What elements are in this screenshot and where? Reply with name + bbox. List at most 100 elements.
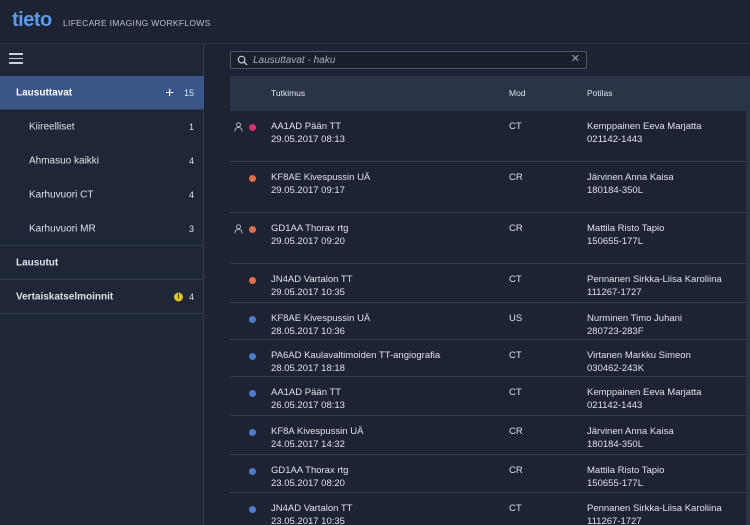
sidebar-item-karhuvuori-mr[interactable]: Karhuvuori MR 3	[0, 212, 204, 246]
study-cell: PA6AD Kaulavaltimoiden TT-angiografia 28.…	[271, 349, 440, 375]
column-header-patient[interactable]: Potilas	[587, 88, 613, 98]
modality-cell: CT	[509, 387, 522, 398]
patient-name: Järvinen Anna Kaisa	[587, 426, 674, 437]
sidebar-item-count: 4	[188, 190, 194, 200]
study-date: 29.05.2017 09:17	[271, 185, 345, 196]
patient-id: 150655-177L	[587, 236, 643, 247]
status-dot	[249, 353, 256, 360]
status-dot	[249, 468, 256, 475]
sidebar-item-label: Vertaiskatselmoinnit	[16, 291, 114, 302]
table-row[interactable]: GD1AA Thorax rtg 29.05.2017 09:20 CR Mattil…	[230, 213, 750, 264]
patient-id: 030462-243K	[587, 363, 645, 374]
patient-cell: Pennanen Sirkka-Liisa Karoliina 111267-17…	[587, 273, 722, 299]
column-header-study[interactable]: Tutkimus	[271, 88, 305, 98]
tieto-logo[interactable]: tieto	[12, 9, 52, 32]
table-row[interactable]: KF8A Kivespussin UÄ 24.05.2017 14:32 CR Jär…	[230, 416, 750, 455]
top-bar: tieto LIFECARE IMAGING WORKFLOWS	[0, 0, 750, 44]
table-row[interactable]: GD1AA Thorax rtg 23.05.2017 08:20 CR Mattil…	[230, 455, 750, 493]
patient-id: 021142-1443	[587, 400, 643, 411]
study-date: 24.05.2017 14:32	[271, 439, 345, 450]
modality-cell: CR	[509, 172, 523, 183]
sidebar-item-kiireelliset[interactable]: Kiireelliset 1	[0, 110, 204, 144]
modality-cell: CT	[509, 350, 522, 361]
patient-name: Kemppainen Eeva Marjatta	[587, 121, 702, 132]
study-cell: JN4AD Vartalon TT 23.05.2017 10:35	[271, 502, 352, 525]
sidebar-item-label: Ahmasuo kaikki	[29, 155, 100, 167]
sidebar-item-label: Karhuvuori MR	[29, 223, 96, 234]
study-date: 23.05.2017 10:35	[271, 516, 345, 525]
search-box[interactable]: ✕	[230, 51, 587, 69]
person-icon	[234, 224, 243, 234]
modality-cell: CT	[509, 274, 522, 285]
patient-name: Pennanen Sirkka-Liisa Karoliina	[587, 503, 722, 514]
table-row[interactable]: JN4AD Vartalon TT 29.05.2017 10:35 CT Penna…	[230, 264, 750, 303]
table-header: Tutkimus Mod Potilas	[230, 76, 750, 111]
search-input[interactable]	[253, 53, 563, 67]
scrollbar[interactable]	[746, 111, 750, 525]
patient-id: 180184-350L	[587, 185, 643, 196]
study-name: JN4AD Vartalon TT	[271, 274, 353, 285]
table-row[interactable]: KF8AE Kivespussin UÄ 28.05.2017 10:36 US Nu…	[230, 303, 750, 340]
warning-icon: !	[174, 292, 183, 301]
patient-cell: Mattila Risto Tapio 150655-177L	[587, 464, 664, 490]
study-cell: JN4AD Vartalon TT 29.05.2017 10:35	[271, 273, 352, 299]
sidebar-item-count: 3	[188, 223, 194, 234]
patient-cell: Kemppainen Eeva Marjatta 021142-1443	[587, 386, 702, 412]
patient-cell: Virtanen Markku Simeon 030462-243K	[587, 349, 691, 375]
patient-name: Järvinen Anna Kaisa	[587, 172, 674, 183]
table-row[interactable]: JN4AD Vartalon TT 23.05.2017 10:35 CT Penna…	[230, 493, 750, 525]
study-date: 29.05.2017 08:13	[271, 134, 345, 145]
study-cell: KF8AE Kivespussin UÄ 29.05.2017 09:17	[271, 171, 370, 197]
close-icon[interactable]: ✕	[571, 54, 580, 65]
study-name: AA1AD Pään TT	[271, 387, 342, 398]
patient-cell: Mattila Risto Tapio 150655-177L	[587, 222, 664, 248]
modality-cell: CT	[509, 503, 522, 514]
patient-id: 280723-283F	[587, 326, 644, 337]
patient-id: 180184-350L	[587, 439, 643, 450]
modality-cell: CR	[509, 426, 523, 437]
sidebar-item-lausuttavat[interactable]: Lausuttavat +15	[0, 76, 204, 110]
modality-cell: CT	[509, 121, 522, 132]
modality-cell: CR	[509, 465, 523, 476]
study-date: 29.05.2017 10:35	[271, 287, 345, 298]
study-name: AA1AD Pään TT	[271, 121, 342, 132]
study-date: 29.05.2017 09:20	[271, 236, 345, 247]
study-name: JN4AD Vartalon TT	[271, 503, 353, 514]
table-row[interactable]: KF8AE Kivespussin UÄ 29.05.2017 09:17 CR Jä…	[230, 162, 750, 213]
status-dot	[249, 124, 256, 131]
menu-icon[interactable]	[9, 53, 23, 64]
sidebar-item-label: Lausutut	[16, 257, 59, 268]
table-row[interactable]: AA1AD Pään TT 26.05.2017 08:13 CT Kemppaine…	[230, 377, 750, 416]
study-name: GD1AA Thorax rtg	[271, 223, 349, 234]
patient-id: 021142-1443	[587, 134, 643, 145]
plus-icon[interactable]: +	[165, 85, 174, 100]
sidebar-item-count: 15	[183, 87, 194, 98]
study-date: 28.05.2017 18:18	[271, 363, 345, 374]
study-date: 28.05.2017 10:36	[271, 326, 345, 337]
study-name: KF8AE Kivespussin UÄ	[271, 172, 371, 183]
status-dot	[249, 506, 256, 513]
sidebar-item-count: 1	[188, 122, 194, 132]
status-dot	[249, 277, 256, 284]
sidebar-item-karhuvuori-ct[interactable]: Karhuvuori CT 4	[0, 178, 204, 212]
study-cell: AA1AD Pään TT 26.05.2017 08:13	[271, 386, 345, 412]
patient-cell: Nurminen Timo Juhani 280723-283F	[587, 312, 682, 338]
sidebar-item-label: Kiireelliset	[29, 121, 75, 133]
sidebar-item-count: 4	[188, 291, 194, 302]
modality-cell: US	[509, 313, 523, 324]
person-icon	[234, 122, 243, 132]
status-dot	[249, 429, 256, 436]
table-row[interactable]: AA1AD Pään TT 29.05.2017 08:13 CT Kemppaine…	[230, 111, 750, 162]
sidebar-item-ahmasuo-kaikki[interactable]: Ahmasuo kaikki 4	[0, 144, 204, 178]
table-row[interactable]: PA6AD Kaulavaltimoiden TT-angiografia 28.…	[230, 340, 750, 377]
patient-id: 111267-1727	[587, 287, 642, 298]
study-cell: AA1AD Pään TT 29.05.2017 08:13	[271, 120, 345, 146]
study-cell: KF8AE Kivespussin UÄ 28.05.2017 10:36	[271, 312, 370, 338]
app-title: LIFECARE IMAGING WORKFLOWS	[63, 18, 211, 28]
patient-cell: Järvinen Anna Kaisa 180184-350L	[587, 171, 674, 197]
study-name: PA6AD Kaulavaltimoiden TT-angiografia	[271, 350, 441, 361]
sidebar-item-vertaiskatselmoinnit[interactable]: Vertaiskatselmoinnit! 4	[0, 280, 204, 314]
status-dot	[249, 226, 256, 233]
sidebar-item-lausutut[interactable]: Lausutut	[0, 246, 204, 280]
column-header-mod[interactable]: Mod	[509, 88, 526, 98]
